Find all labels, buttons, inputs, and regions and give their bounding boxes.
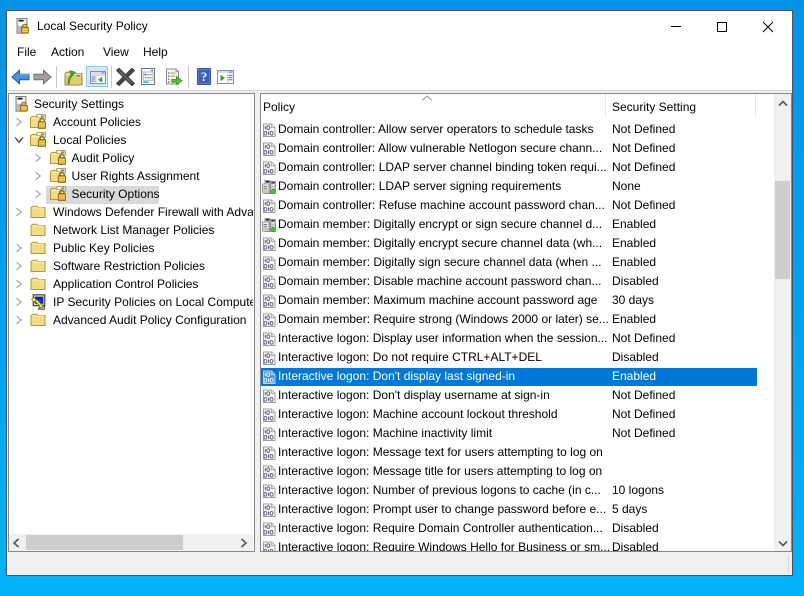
svg-text:?: ? [201, 69, 208, 84]
